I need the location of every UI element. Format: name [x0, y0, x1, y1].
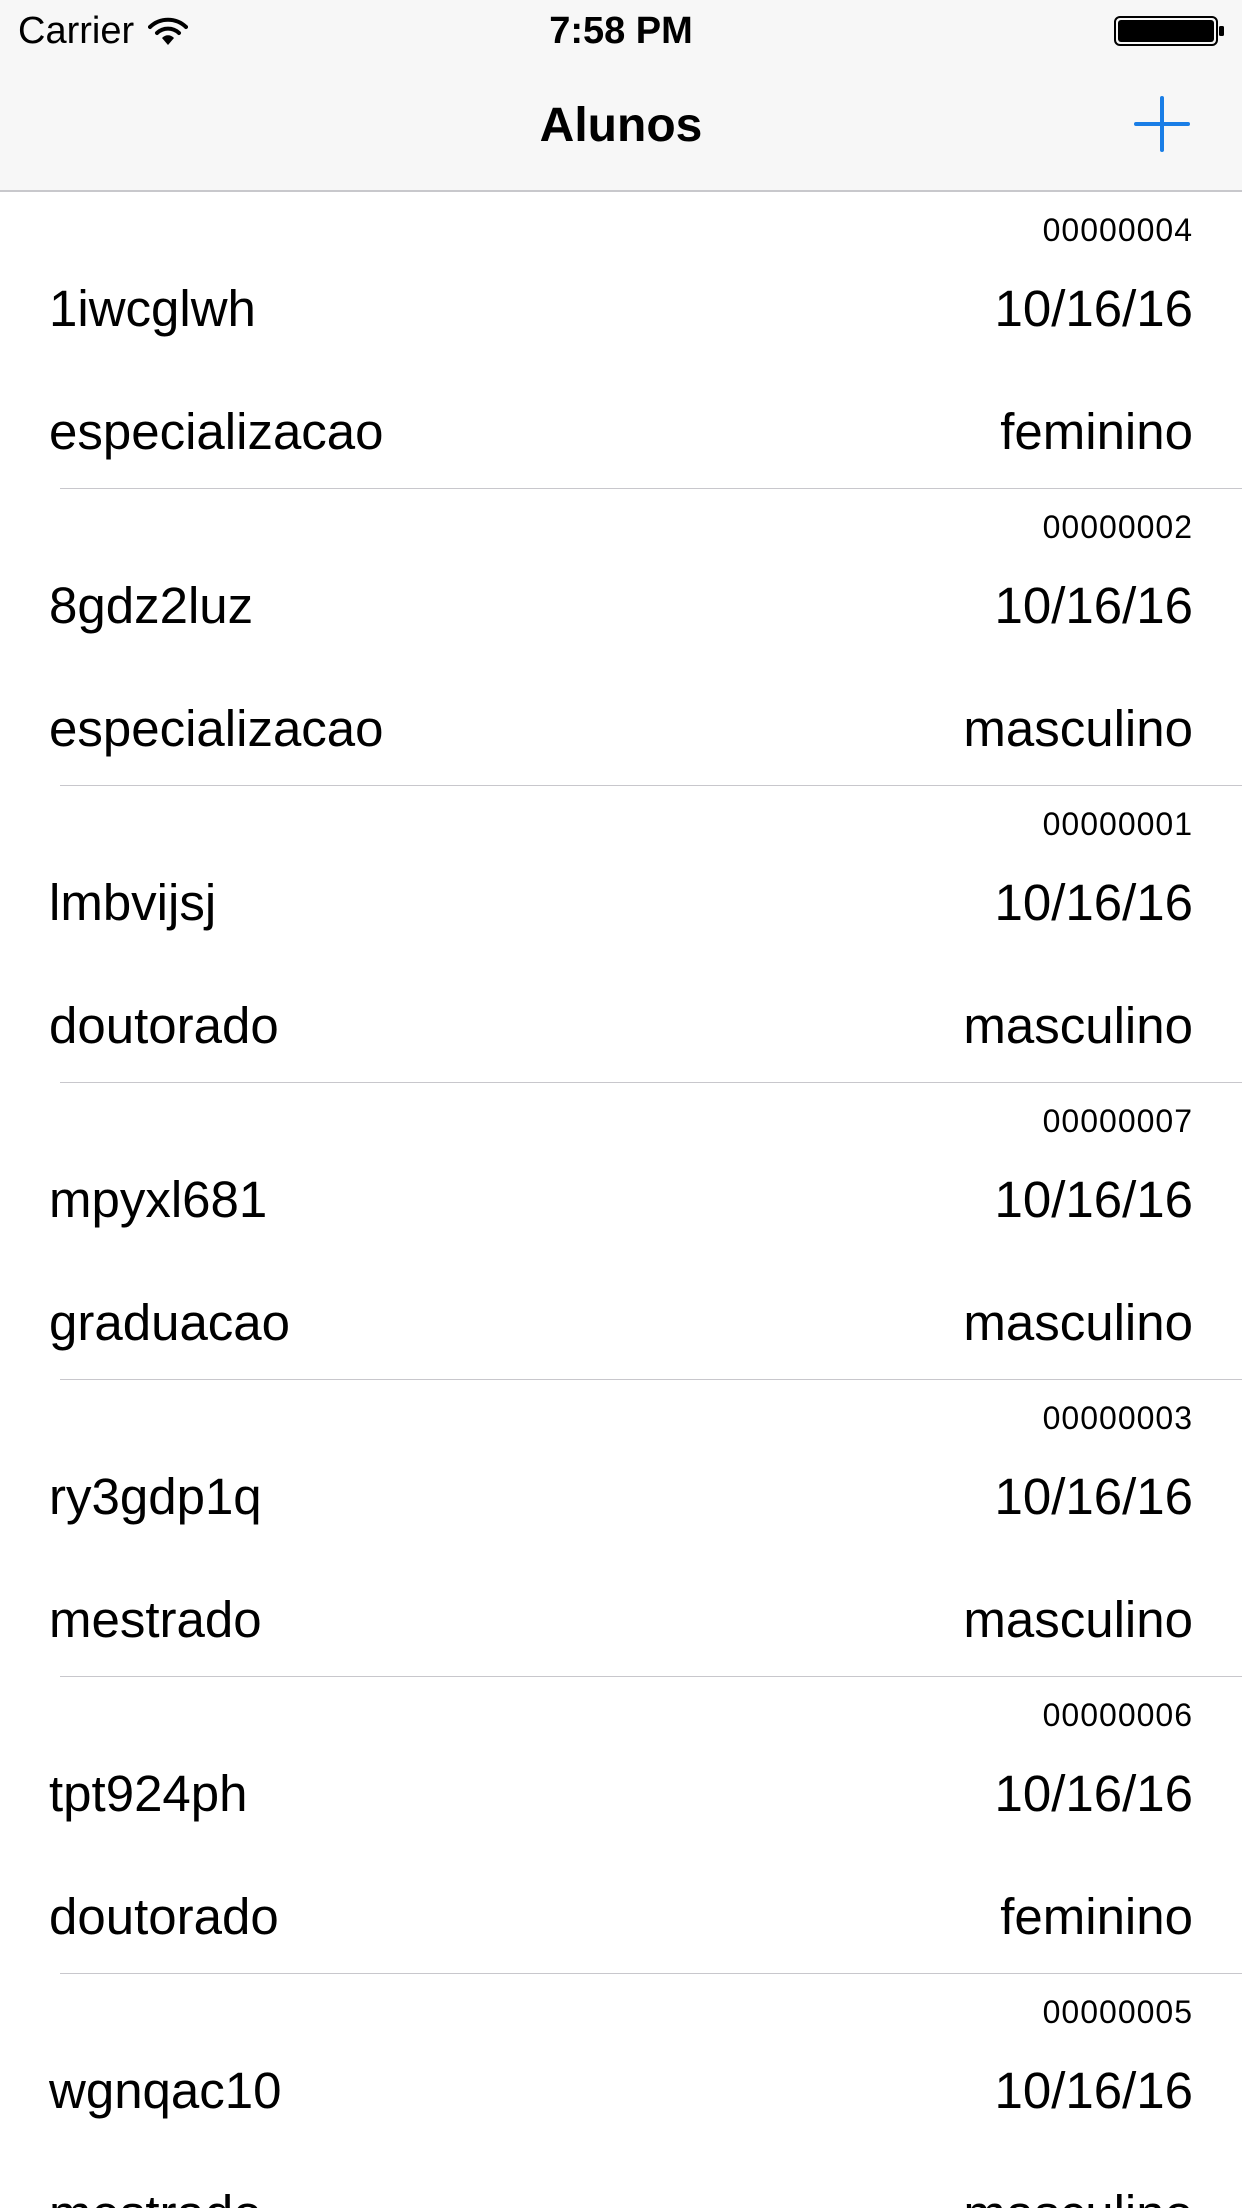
student-date: 10/16/16 [994, 577, 1193, 634]
student-id: 00000002 [1042, 509, 1193, 545]
student-name: 8gdz2luz [49, 577, 254, 634]
list-item[interactable]: 00000003 ry3gdp1q 10/16/16 mestrado masc… [0, 1380, 1242, 1677]
student-date: 10/16/16 [994, 1171, 1193, 1228]
student-id: 00000005 [1042, 1994, 1193, 2030]
student-level: mestrado [49, 1591, 262, 1648]
student-gender: masculino [963, 700, 1193, 757]
list-item[interactable]: 00000004 1iwcglwh 10/16/16 especializaca… [0, 192, 1242, 489]
student-name: 1iwcglwh [49, 280, 256, 337]
list-item[interactable]: 00000007 mpyxl681 10/16/16 graduacao mas… [0, 1083, 1242, 1380]
list-item[interactable]: 00000001 lmbvijsj 10/16/16 doutorado mas… [0, 786, 1242, 1083]
status-time: 7:58 PM [549, 10, 693, 52]
student-level: doutorado [49, 997, 279, 1054]
battery-icon [1114, 16, 1224, 46]
student-level: mestrado [49, 2183, 262, 2208]
student-date: 10/16/16 [994, 2062, 1193, 2119]
add-button[interactable] [1134, 96, 1190, 152]
student-name: wgnqac10 [49, 2062, 282, 2119]
student-name: tpt924ph [49, 1765, 248, 1822]
student-date: 10/16/16 [994, 280, 1193, 337]
student-level: graduacao [49, 1294, 291, 1351]
student-gender: feminino [1000, 1888, 1193, 1945]
student-id: 00000006 [1042, 1697, 1193, 1733]
student-level: doutorado [49, 1888, 279, 1945]
student-name: lmbvijsj [49, 874, 217, 931]
list-item[interactable]: 00000005 wgnqac10 10/16/16 mestrado masc… [0, 1974, 1242, 2208]
student-gender: masculino [963, 1294, 1193, 1351]
page-title: Alunos [539, 99, 703, 152]
students-list: 00000004 1iwcglwh 10/16/16 especializaca… [0, 192, 1242, 2208]
navigation-bar: Carrier 7:58 PM Alunos [0, 0, 1242, 192]
screen: Carrier 7:58 PM Alunos 00000004 1iwcglwh [0, 0, 1242, 2208]
student-id: 00000003 [1042, 1400, 1193, 1436]
student-level: especializacao [49, 403, 384, 460]
list-item[interactable]: 00000006 tpt924ph 10/16/16 doutorado fem… [0, 1677, 1242, 1974]
list-item[interactable]: 00000002 8gdz2luz 10/16/16 especializaca… [0, 489, 1242, 786]
student-gender: masculino [963, 1591, 1193, 1648]
student-gender: masculino [963, 2183, 1193, 2208]
student-date: 10/16/16 [994, 874, 1193, 931]
student-name: ry3gdp1q [49, 1468, 262, 1525]
plus-icon [1134, 96, 1190, 152]
student-gender: feminino [1000, 403, 1193, 460]
student-id: 00000001 [1042, 806, 1193, 842]
student-id: 00000004 [1042, 212, 1193, 248]
student-id: 00000007 [1042, 1103, 1193, 1139]
student-gender: masculino [963, 997, 1193, 1054]
student-date: 10/16/16 [994, 1765, 1193, 1822]
student-name: mpyxl681 [49, 1171, 268, 1228]
student-level: especializacao [49, 700, 384, 757]
student-date: 10/16/16 [994, 1468, 1193, 1525]
